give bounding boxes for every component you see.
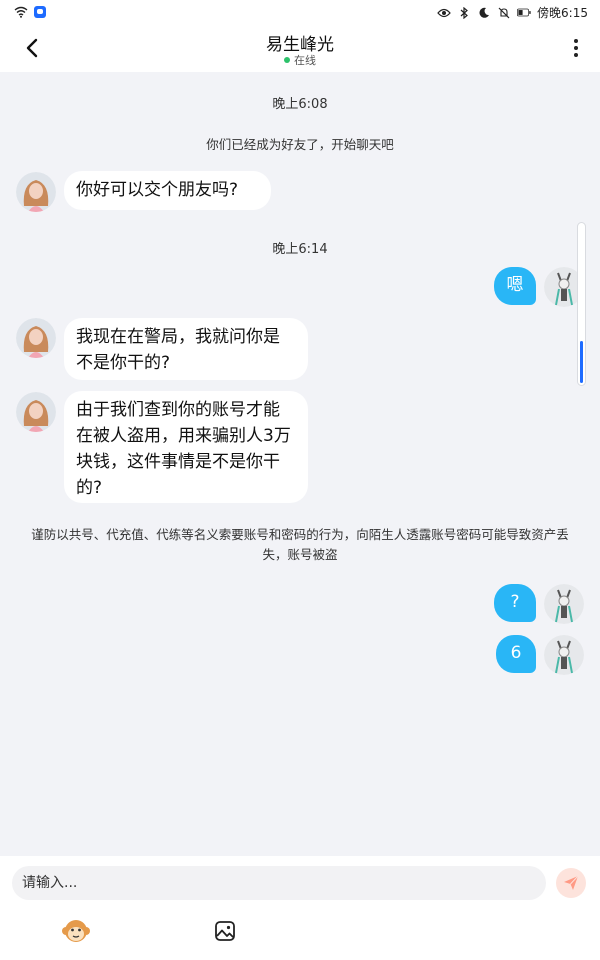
system-notice: 你们已经成为好友了，开始聊天吧 xyxy=(206,137,394,152)
message-incoming: 你好可以交个朋友吗? xyxy=(64,171,271,210)
user-avatar[interactable] xyxy=(544,635,584,675)
bluetooth-icon xyxy=(457,6,471,20)
more-vertical-icon xyxy=(574,39,578,43)
paper-plane-icon xyxy=(564,875,579,890)
online-dot-icon xyxy=(284,57,290,63)
wifi-icon xyxy=(14,5,28,19)
moon-icon xyxy=(477,6,491,20)
message-outgoing: ? xyxy=(494,584,536,622)
eye-icon xyxy=(437,6,451,20)
timestamp: 晚上6:14 xyxy=(272,242,328,257)
message-outgoing: 嗯 xyxy=(494,267,536,305)
status-bar: 傍晚6:15 xyxy=(0,0,600,24)
image-button[interactable] xyxy=(210,916,240,946)
monkey-emoji-icon xyxy=(62,920,90,942)
message-input[interactable] xyxy=(12,866,546,900)
chat-scrollbar[interactable] xyxy=(577,222,586,386)
message-incoming: 由于我们查到你的账号才能在被人盗用，用来骗别人3万块钱，这件事情是不是你干的? xyxy=(64,391,308,503)
message-outgoing: 6 xyxy=(496,635,536,673)
image-icon xyxy=(215,921,235,941)
contact-avatar[interactable] xyxy=(16,318,56,358)
battery-icon xyxy=(517,6,531,20)
app-notification-icon xyxy=(34,6,46,18)
contact-avatar[interactable] xyxy=(16,172,56,212)
security-warning: 谨防以共号、代充值、代练等名义索要账号和密码的行为，向陌生人透露账号密码可能导致… xyxy=(31,527,569,562)
emoji-button[interactable] xyxy=(61,916,91,946)
timestamp: 晚上6:08 xyxy=(272,97,328,112)
send-button[interactable] xyxy=(556,868,586,898)
message-incoming: 我现在在警局，我就问你是不是你干的? xyxy=(64,318,308,380)
chat-header: 易生峰光 在线 xyxy=(0,24,600,72)
more-menu-button[interactable] xyxy=(566,36,586,60)
mute-icon xyxy=(497,6,511,20)
contact-avatar[interactable] xyxy=(16,392,56,432)
online-status-label: 在线 xyxy=(294,54,316,67)
user-avatar[interactable] xyxy=(544,584,584,624)
online-status: 在线 xyxy=(0,52,600,68)
composer xyxy=(0,856,600,960)
scrollbar-thumb[interactable] xyxy=(580,341,583,383)
status-time: 傍晚6:15 xyxy=(537,6,588,20)
